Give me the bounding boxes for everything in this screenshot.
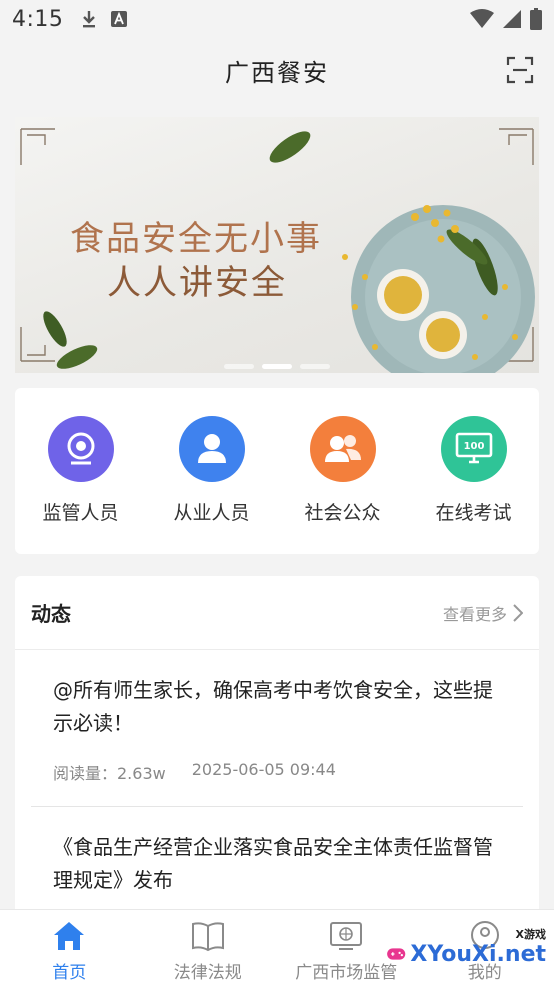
wifi-icon (470, 9, 494, 28)
person-icon (178, 416, 245, 482)
category-label: 从业人员 (173, 502, 250, 524)
banner-subheadline: 人人讲安全 (107, 263, 287, 303)
news-section-title: 动态 (31, 602, 71, 626)
category-practitioner[interactable]: 从业人员 (157, 416, 267, 554)
category-regulator[interactable]: 监管人员 (26, 416, 136, 554)
nav-laws[interactable]: 法律法规 (139, 910, 278, 984)
status-notification-icons (81, 9, 128, 29)
watermark-small-text: X游戏 (515, 928, 546, 941)
chevron-right-icon (513, 603, 523, 622)
watermark-text: XYouXi.net (410, 941, 546, 967)
view-more-label: 查看更多 (442, 604, 507, 624)
promo-banner[interactable]: 食品安全无小事 人人讲安全 (15, 117, 539, 373)
home-icon (54, 922, 85, 950)
nav-label: 广西市场监管 (295, 963, 398, 983)
page-title: 广西餐安 (225, 58, 329, 87)
nav-label: 法律法规 (173, 963, 242, 983)
status-time: 4:15 (12, 6, 64, 32)
news-item-title: @所有师生家长，确保高考中考饮食安全，这些提示必读！ (53, 678, 493, 735)
monitor-globe-icon (330, 922, 363, 950)
gamepad-logo-icon (387, 948, 406, 960)
svg-text:100: 100 (463, 441, 484, 452)
role-category-card: 监管人员 从业人员 社会公众 100 在线考试 (15, 388, 539, 554)
scan-icon[interactable] (506, 56, 534, 84)
exam-screen-icon: 100 (440, 416, 507, 482)
status-system-icons (470, 8, 542, 30)
banner-dot[interactable] (224, 364, 254, 369)
news-date: 2025-06-05 09:44 (191, 760, 336, 779)
banner-pagination (15, 364, 539, 369)
news-header: 动态 查看更多 (15, 576, 539, 650)
category-label: 监管人员 (42, 502, 119, 524)
book-icon (191, 922, 224, 952)
news-item-meta: 阅读量：2.63w 2025-06-05 09:44 (53, 760, 501, 784)
signal-icon (503, 10, 521, 28)
download-icon (83, 11, 96, 28)
news-read-count: 阅读量：2.63w (53, 764, 166, 783)
group-icon (309, 416, 376, 482)
news-item[interactable]: 《食品生产经营企业落实食品安全主体责任监督管理规定》发布 (31, 807, 523, 916)
news-item-title: 《食品生产经营企业落实食品安全主体责任监督管理规定》发布 (53, 835, 493, 892)
font-a-icon (111, 11, 128, 27)
category-online-exam[interactable]: 100 在线考试 (419, 416, 529, 554)
view-more-link[interactable]: 查看更多 (443, 601, 523, 625)
title-bar: 广西餐安 (0, 38, 554, 102)
site-watermark: XYouXi.net X游戏 (386, 926, 546, 982)
battery-icon (530, 8, 542, 30)
banner-headline: 食品安全无小事 (70, 219, 322, 259)
category-label: 在线考试 (435, 502, 512, 524)
banner-dot-active[interactable] (262, 364, 292, 369)
status-bar: 4:15 (0, 0, 554, 38)
category-label: 社会公众 (304, 502, 381, 524)
banner-dot[interactable] (300, 364, 330, 369)
camera-icon (47, 416, 114, 482)
nav-label: 首页 (52, 963, 87, 983)
news-item[interactable]: @所有师生家长，确保高考中考饮食安全，这些提示必读！ 阅读量：2.63w 202… (31, 650, 523, 807)
nav-home[interactable]: 首页 (0, 910, 139, 984)
news-card: 动态 查看更多 @所有师生家长，确保高考中考饮食安全，这些提示必读！ 阅读量：2… (15, 576, 539, 916)
category-public[interactable]: 社会公众 (288, 416, 398, 554)
